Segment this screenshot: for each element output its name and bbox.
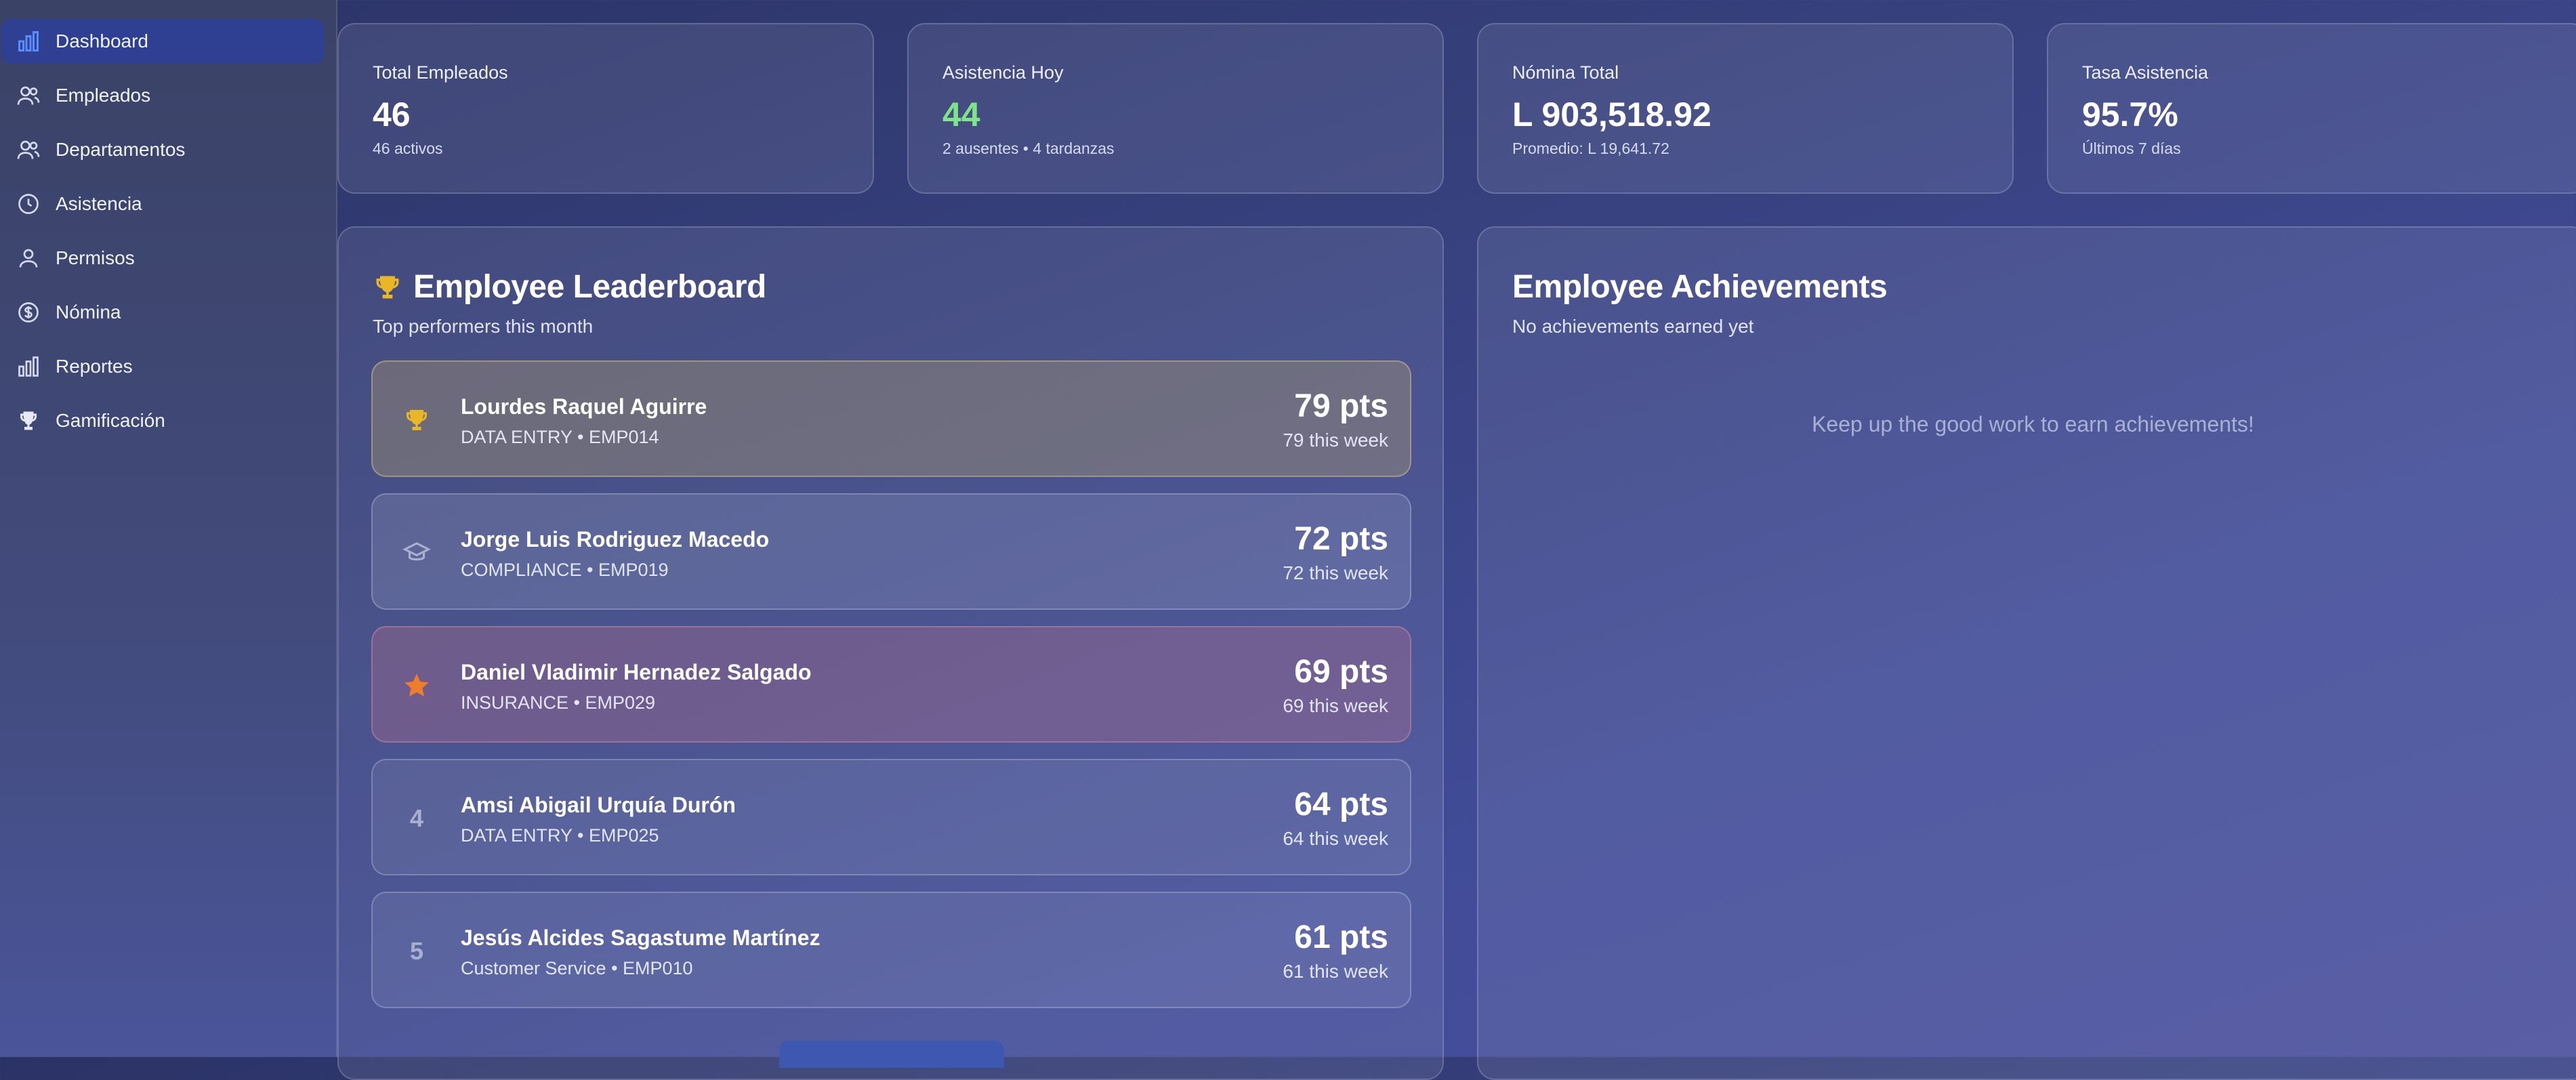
sidebar-item-asistencia[interactable]: Asistencia bbox=[1, 182, 324, 226]
stat-card-total-empleados: Total Empleados 46 46 activos bbox=[337, 23, 874, 194]
employee-meta: INSURANCE • EMP029 bbox=[461, 692, 656, 713]
stat-label: Total Empleados bbox=[373, 62, 508, 83]
leaderboard-row[interactable]: 4 Amsi Abigail Urquía Durón DATA ENTRY •… bbox=[371, 759, 1411, 875]
stat-subtext: 46 activos bbox=[373, 140, 443, 157]
stat-subtext: 2 ausentes • 4 tardanzas bbox=[942, 140, 1115, 157]
employee-week-points: 69 this week bbox=[1283, 695, 1388, 716]
sidebar-item-label: Empleados bbox=[56, 85, 151, 106]
leaderboard-subtitle: Top performers this month bbox=[373, 316, 594, 337]
employee-meta: Customer Service • EMP010 bbox=[461, 958, 693, 978]
stat-label: Nómina Total bbox=[1512, 62, 1619, 83]
leaderboard-title: Employee Leaderboard bbox=[373, 268, 766, 306]
employee-points: 69 pts bbox=[1294, 654, 1388, 690]
sidebar-item-empleados[interactable]: Empleados bbox=[1, 73, 324, 118]
rank-number: 5 bbox=[409, 937, 424, 965]
sidebar-item-gamificacion[interactable]: Gamificación bbox=[1, 398, 324, 443]
stat-subtext: Promedio: L 19,641.72 bbox=[1512, 140, 1669, 157]
leaderboard-row[interactable]: 5 Jesús Alcides Sagastume Martínez Custo… bbox=[371, 892, 1411, 1008]
employee-meta: DATA ENTRY • EMP014 bbox=[461, 427, 659, 447]
employee-meta: COMPLIANCE • EMP019 bbox=[461, 560, 669, 580]
sidebar-item-label: Reportes bbox=[56, 356, 133, 377]
leaderboard-panel: Employee Leaderboard Top performers this… bbox=[337, 226, 1444, 1080]
sidebar-item-label: Gamificación bbox=[56, 410, 165, 431]
trophy-icon bbox=[1, 409, 56, 433]
sidebar-item-label: Nómina bbox=[56, 302, 121, 323]
stat-value: L 903,518.92 bbox=[1512, 96, 1711, 133]
stat-card-tasa-asistencia: Tasa Asistencia 95.7% Últimos 7 días bbox=[2047, 23, 2576, 194]
stat-card-nomina-total: Nómina Total L 903,518.92 Promedio: L 19… bbox=[1477, 23, 2014, 194]
dollar-circle-icon bbox=[1, 300, 56, 325]
sidebar-item-dashboard[interactable]: Dashboard bbox=[1, 19, 324, 64]
bar-chart-icon bbox=[1, 354, 56, 379]
stat-card-asistencia-hoy: Asistencia Hoy 44 2 ausentes • 4 tardanz… bbox=[907, 23, 1444, 194]
trophy-icon bbox=[373, 272, 402, 302]
achievements-panel: Employee Achievements No achievements ea… bbox=[1477, 226, 2576, 1080]
user-icon bbox=[1, 246, 56, 270]
sidebar-item-label: Asistencia bbox=[56, 193, 142, 214]
employee-meta: DATA ENTRY • EMP025 bbox=[461, 825, 659, 846]
leaderboard-row[interactable]: Jorge Luis Rodriguez Macedo COMPLIANCE •… bbox=[371, 493, 1411, 610]
employee-week-points: 72 this week bbox=[1283, 562, 1388, 583]
employee-name: Jesús Alcides Sagastume Martínez bbox=[461, 926, 820, 950]
stat-value: 44 bbox=[942, 96, 980, 133]
employee-points: 64 pts bbox=[1294, 787, 1388, 823]
sidebar-item-label: Departamentos bbox=[56, 139, 186, 160]
sidebar-item-permisos[interactable]: Permisos bbox=[1, 236, 324, 281]
achievements-subtitle: No achievements earned yet bbox=[1512, 316, 1754, 337]
achievements-title: Employee Achievements bbox=[1512, 269, 1888, 305]
bar-chart-icon bbox=[1, 29, 56, 54]
employee-week-points: 61 this week bbox=[1283, 961, 1388, 982]
employee-name: Lourdes Raquel Aguirre bbox=[461, 394, 707, 419]
star-icon bbox=[393, 627, 440, 744]
leaderboard-row[interactable]: Daniel Vladimir Hernadez Salgado INSURAN… bbox=[371, 626, 1411, 743]
rank-number: 4 bbox=[409, 804, 424, 832]
employee-name: Jorge Luis Rodriguez Macedo bbox=[461, 527, 770, 552]
employee-points: 61 pts bbox=[1294, 919, 1388, 955]
clock-icon bbox=[1, 192, 56, 216]
users-icon bbox=[1, 83, 56, 108]
sidebar-item-departamentos[interactable]: Departamentos bbox=[1, 127, 324, 172]
achievements-empty-message: Keep up the good work to earn achievemen… bbox=[1812, 412, 2254, 436]
leaderboard-row[interactable]: Lourdes Raquel Aguirre DATA ENTRY • EMP0… bbox=[371, 360, 1411, 477]
stat-value: 46 bbox=[373, 96, 411, 133]
employee-name: Amsi Abigail Urquía Durón bbox=[461, 793, 736, 817]
stat-label: Asistencia Hoy bbox=[942, 62, 1064, 83]
stat-value: 95.7% bbox=[2082, 96, 2178, 133]
view-more-button[interactable] bbox=[779, 1041, 1004, 1068]
employee-week-points: 64 this week bbox=[1283, 828, 1388, 849]
employee-week-points: 79 this week bbox=[1283, 430, 1388, 451]
stat-subtext: Últimos 7 días bbox=[2082, 140, 2181, 157]
sidebar-item-nomina[interactable]: Nómina bbox=[1, 290, 324, 335]
sidebar-item-label: Dashboard bbox=[56, 30, 148, 51]
trophy-icon bbox=[393, 362, 440, 478]
stat-label: Tasa Asistencia bbox=[2082, 62, 2209, 83]
employee-points: 79 pts bbox=[1294, 388, 1388, 424]
sidebar-item-label: Permisos bbox=[56, 247, 135, 268]
sidebar: Dashboard Empleados Departamentos Asiste… bbox=[0, 0, 337, 1057]
employee-name: Daniel Vladimir Hernadez Salgado bbox=[461, 660, 812, 684]
sidebar-item-reportes[interactable]: Reportes bbox=[1, 344, 324, 389]
users-group-icon bbox=[1, 138, 56, 162]
graduation-cap-icon bbox=[393, 495, 440, 611]
employee-points: 72 pts bbox=[1294, 521, 1388, 557]
